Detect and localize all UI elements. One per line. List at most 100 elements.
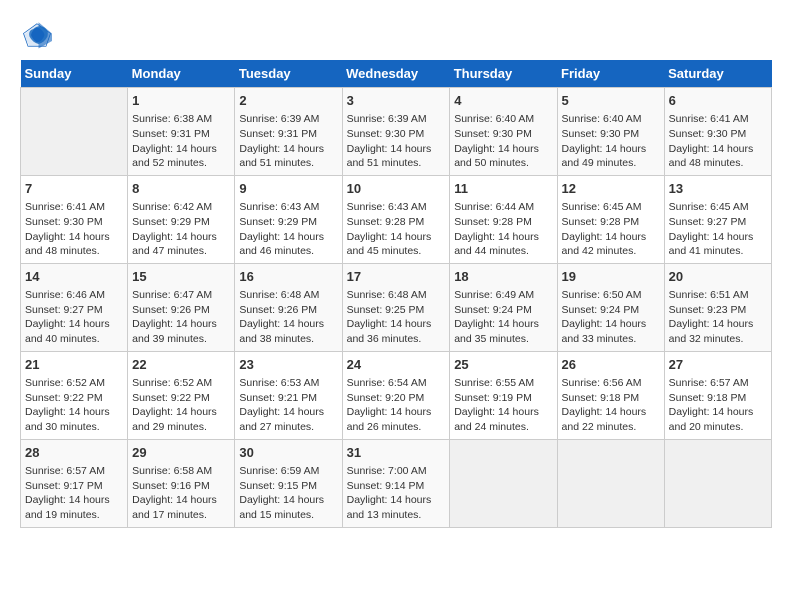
day-number: 4 [454,92,552,110]
calendar-cell: 29 Sunrise: 6:58 AM Sunset: 9:16 PM Dayli… [128,439,235,527]
day-info: Sunrise: 6:46 AM Sunset: 9:27 PM Dayligh… [25,288,123,347]
day-number: 25 [454,356,552,374]
day-info: Sunrise: 6:40 AM Sunset: 9:30 PM Dayligh… [454,112,552,171]
logo-icon [22,20,52,50]
day-number: 2 [239,92,337,110]
day-number: 12 [562,180,660,198]
day-number: 10 [347,180,446,198]
calendar-cell: 14 Sunrise: 6:46 AM Sunset: 9:27 PM Dayli… [21,263,128,351]
calendar-cell: 24 Sunrise: 6:54 AM Sunset: 9:20 PM Dayli… [342,351,450,439]
day-number: 28 [25,444,123,462]
week-row-3: 14 Sunrise: 6:46 AM Sunset: 9:27 PM Dayli… [21,263,772,351]
day-number: 15 [132,268,230,286]
week-row-4: 21 Sunrise: 6:52 AM Sunset: 9:22 PM Dayli… [21,351,772,439]
day-info: Sunrise: 6:57 AM Sunset: 9:18 PM Dayligh… [669,376,767,435]
weekday-header-saturday: Saturday [664,60,771,88]
calendar-cell: 15Sunrise: 6:47 AM Sunset: 9:26 PM Dayli… [128,263,235,351]
calendar-cell: 31 Sunrise: 7:00 AM Sunset: 9:14 PM Dayli… [342,439,450,527]
day-info: Sunrise: 6:41 AM Sunset: 9:30 PM Dayligh… [25,200,123,259]
day-info: Sunrise: 6:39 AM Sunset: 9:31 PM Dayligh… [239,112,337,171]
day-number: 31 [347,444,446,462]
day-info: Sunrise: 6:54 AM Sunset: 9:20 PM Dayligh… [347,376,446,435]
week-row-1: 1 Sunrise: 6:38 AM Sunset: 9:31 PM Daylig… [21,88,772,176]
day-info: Sunrise: 6:57 AM Sunset: 9:17 PM Dayligh… [25,464,123,523]
calendar-cell: 9Sunrise: 6:43 AM Sunset: 9:29 PM Daylig… [235,175,342,263]
day-number: 7 [25,180,123,198]
day-info: Sunrise: 7:00 AM Sunset: 9:14 PM Dayligh… [347,464,446,523]
calendar-cell: 7 Sunrise: 6:41 AM Sunset: 9:30 PM Daylig… [21,175,128,263]
calendar-cell: 3Sunrise: 6:39 AM Sunset: 9:30 PM Daylig… [342,88,450,176]
calendar-cell: 17 Sunrise: 6:48 AM Sunset: 9:25 PM Dayli… [342,263,450,351]
day-number: 19 [562,268,660,286]
calendar-cell: 16 Sunrise: 6:48 AM Sunset: 9:26 PM Dayli… [235,263,342,351]
day-info: Sunrise: 6:42 AM Sunset: 9:29 PM Dayligh… [132,200,230,259]
day-info: Sunrise: 6:48 AM Sunset: 9:26 PM Dayligh… [239,288,337,347]
day-info: Sunrise: 6:58 AM Sunset: 9:16 PM Dayligh… [132,464,230,523]
day-number: 1 [132,92,230,110]
day-info: Sunrise: 6:43 AM Sunset: 9:29 PM Dayligh… [239,200,337,259]
day-info: Sunrise: 6:45 AM Sunset: 9:28 PM Dayligh… [562,200,660,259]
header [20,20,772,50]
calendar-cell: 30 Sunrise: 6:59 AM Sunset: 9:15 PM Dayli… [235,439,342,527]
calendar-cell [557,439,664,527]
day-info: Sunrise: 6:52 AM Sunset: 9:22 PM Dayligh… [25,376,123,435]
day-number: 22 [132,356,230,374]
calendar-cell [664,439,771,527]
day-info: Sunrise: 6:52 AM Sunset: 9:22 PM Dayligh… [132,376,230,435]
day-number: 17 [347,268,446,286]
weekday-header-tuesday: Tuesday [235,60,342,88]
weekday-header-row: SundayMondayTuesdayWednesdayThursdayFrid… [21,60,772,88]
day-info: Sunrise: 6:43 AM Sunset: 9:28 PM Dayligh… [347,200,446,259]
weekday-header-wednesday: Wednesday [342,60,450,88]
day-number: 6 [669,92,767,110]
day-info: Sunrise: 6:51 AM Sunset: 9:23 PM Dayligh… [669,288,767,347]
calendar-cell [21,88,128,176]
day-info: Sunrise: 6:49 AM Sunset: 9:24 PM Dayligh… [454,288,552,347]
day-info: Sunrise: 6:45 AM Sunset: 9:27 PM Dayligh… [669,200,767,259]
calendar-cell: 26 Sunrise: 6:56 AM Sunset: 9:18 PM Dayli… [557,351,664,439]
day-info: Sunrise: 6:40 AM Sunset: 9:30 PM Dayligh… [562,112,660,171]
day-info: Sunrise: 6:56 AM Sunset: 9:18 PM Dayligh… [562,376,660,435]
day-info: Sunrise: 6:44 AM Sunset: 9:28 PM Dayligh… [454,200,552,259]
day-number: 8 [132,180,230,198]
calendar-cell: 21 Sunrise: 6:52 AM Sunset: 9:22 PM Dayli… [21,351,128,439]
day-number: 23 [239,356,337,374]
calendar-cell: 10 Sunrise: 6:43 AM Sunset: 9:28 PM Dayli… [342,175,450,263]
weekday-header-monday: Monday [128,60,235,88]
calendar-cell: 8 Sunrise: 6:42 AM Sunset: 9:29 PM Daylig… [128,175,235,263]
calendar-cell: 11 Sunrise: 6:44 AM Sunset: 9:28 PM Dayli… [450,175,557,263]
weekday-header-thursday: Thursday [450,60,557,88]
day-info: Sunrise: 6:53 AM Sunset: 9:21 PM Dayligh… [239,376,337,435]
calendar-cell: 19 Sunrise: 6:50 AM Sunset: 9:24 PM Dayli… [557,263,664,351]
calendar-cell: 23 Sunrise: 6:53 AM Sunset: 9:21 PM Dayli… [235,351,342,439]
week-row-2: 7 Sunrise: 6:41 AM Sunset: 9:30 PM Daylig… [21,175,772,263]
day-info: Sunrise: 6:38 AM Sunset: 9:31 PM Dayligh… [132,112,230,171]
day-info: Sunrise: 6:55 AM Sunset: 9:19 PM Dayligh… [454,376,552,435]
day-info: Sunrise: 6:50 AM Sunset: 9:24 PM Dayligh… [562,288,660,347]
day-number: 29 [132,444,230,462]
calendar-table: SundayMondayTuesdayWednesdayThursdayFrid… [20,60,772,528]
calendar-cell: 20Sunrise: 6:51 AM Sunset: 9:23 PM Dayli… [664,263,771,351]
calendar-cell: 18Sunrise: 6:49 AM Sunset: 9:24 PM Dayli… [450,263,557,351]
day-number: 14 [25,268,123,286]
weekday-header-sunday: Sunday [21,60,128,88]
day-info: Sunrise: 6:41 AM Sunset: 9:30 PM Dayligh… [669,112,767,171]
calendar-cell: 25 Sunrise: 6:55 AM Sunset: 9:19 PM Dayli… [450,351,557,439]
calendar-cell: 5 Sunrise: 6:40 AM Sunset: 9:30 PM Daylig… [557,88,664,176]
logo [20,20,52,50]
day-number: 3 [347,92,446,110]
day-number: 24 [347,356,446,374]
day-info: Sunrise: 6:59 AM Sunset: 9:15 PM Dayligh… [239,464,337,523]
day-number: 21 [25,356,123,374]
day-number: 26 [562,356,660,374]
week-row-5: 28 Sunrise: 6:57 AM Sunset: 9:17 PM Dayli… [21,439,772,527]
calendar-cell: 6 Sunrise: 6:41 AM Sunset: 9:30 PM Daylig… [664,88,771,176]
day-number: 27 [669,356,767,374]
calendar-cell: 1 Sunrise: 6:38 AM Sunset: 9:31 PM Daylig… [128,88,235,176]
calendar-cell: 12 Sunrise: 6:45 AM Sunset: 9:28 PM Dayli… [557,175,664,263]
day-info: Sunrise: 6:48 AM Sunset: 9:25 PM Dayligh… [347,288,446,347]
day-number: 11 [454,180,552,198]
day-number: 16 [239,268,337,286]
day-number: 30 [239,444,337,462]
day-number: 5 [562,92,660,110]
